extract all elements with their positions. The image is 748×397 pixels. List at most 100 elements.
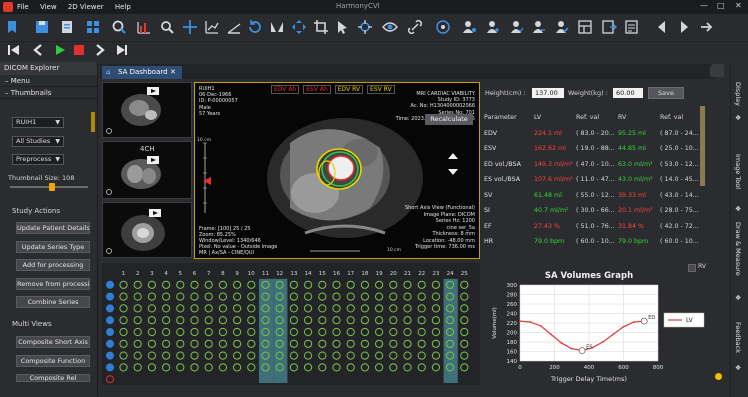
- slice-phase-cell[interactable]: [233, 351, 242, 360]
- slice-phase-cell[interactable]: [176, 351, 185, 360]
- slice-phase-cell[interactable]: [218, 292, 228, 301]
- rv-checkbox[interactable]: [688, 264, 696, 272]
- slice-phase-cell[interactable]: [304, 304, 313, 313]
- previous-arrow-icon[interactable]: [653, 18, 671, 36]
- clipboard-icon[interactable]: [58, 18, 76, 36]
- forward-icon[interactable]: [697, 18, 715, 36]
- slice-phase-cell[interactable]: [233, 363, 242, 372]
- user-edit-icon[interactable]: [553, 18, 571, 36]
- phase-column-header[interactable]: 8: [221, 271, 225, 277]
- slice-phase-cell[interactable]: [162, 292, 171, 301]
- slice-phase-cell[interactable]: [119, 280, 128, 289]
- phase-column-header[interactable]: 23: [432, 271, 439, 277]
- menu-file[interactable]: File: [17, 3, 29, 11]
- grid-view-icon[interactable]: [84, 18, 102, 36]
- phase-column-header[interactable]: 4: [164, 271, 168, 277]
- target-icon[interactable]: [434, 18, 452, 36]
- slice-phase-cell[interactable]: [417, 363, 426, 372]
- slice-phase-cell[interactable]: [360, 327, 369, 337]
- slice-phase-cell[interactable]: [147, 351, 157, 360]
- recalculate-button[interactable]: Recalculate: [425, 114, 473, 125]
- slice-row-selector[interactable]: [106, 363, 114, 372]
- crosshair-icon[interactable]: [356, 18, 374, 36]
- slice-row-selector[interactable]: [106, 375, 114, 384]
- slice-phase-cell[interactable]: [247, 351, 256, 360]
- phase-column-header[interactable]: 16: [333, 271, 340, 277]
- phase-column-header[interactable]: 2: [136, 271, 140, 277]
- slice-phase-cell[interactable]: [318, 363, 327, 372]
- slice-phase-cell[interactable]: [346, 351, 355, 360]
- slice-phase-cell[interactable]: [460, 280, 469, 289]
- slice-phase-cell[interactable]: [304, 292, 313, 301]
- update-series-type-button[interactable]: Update Series Type: [16, 241, 90, 253]
- slice-phase-cell[interactable]: [346, 327, 355, 337]
- slice-phase-cell[interactable]: [176, 316, 185, 325]
- save-button[interactable]: Save: [648, 87, 684, 99]
- previous-frame-icon[interactable]: [33, 44, 42, 56]
- slice-phase-cell[interactable]: [332, 363, 341, 372]
- slice-phase-cell[interactable]: [332, 304, 341, 313]
- slice-phase-cell[interactable]: [147, 280, 157, 289]
- slice-phase-cell[interactable]: [119, 363, 128, 372]
- slice-phase-cell[interactable]: [304, 363, 313, 372]
- combine-series-button[interactable]: Combine Series: [16, 296, 90, 308]
- slice-phase-cell[interactable]: [318, 327, 327, 337]
- slice-phase-cell[interactable]: [176, 339, 185, 348]
- slice-phase-cell[interactable]: [233, 327, 242, 337]
- slice-phase-cell[interactable]: [147, 327, 157, 337]
- slice-phase-cell[interactable]: [119, 316, 128, 325]
- slice-phase-cell[interactable]: [119, 339, 128, 348]
- slice-phase-cell[interactable]: [162, 280, 171, 289]
- phase-column-header[interactable]: 1: [122, 271, 126, 277]
- slice-phase-cell[interactable]: [332, 339, 341, 348]
- slice-phase-cell[interactable]: [133, 292, 142, 301]
- slice-phase-cell[interactable]: [360, 280, 369, 289]
- first-frame-icon[interactable]: [8, 45, 19, 55]
- rotate-icon[interactable]: [246, 18, 264, 36]
- menu-section[interactable]: – Menu: [0, 75, 97, 87]
- composite-function-button[interactable]: Composite Function: [16, 355, 90, 367]
- slice-row-selector[interactable]: [106, 280, 114, 289]
- angle-icon[interactable]: [225, 18, 243, 36]
- menu-help[interactable]: Help: [115, 3, 131, 11]
- slice-phase-cell[interactable]: [346, 280, 355, 289]
- slice-phase-cell[interactable]: [233, 292, 242, 301]
- slice-phase-cell[interactable]: [304, 351, 313, 360]
- user-remove-icon[interactable]: [530, 18, 548, 36]
- slice-phase-cell[interactable]: [133, 304, 142, 313]
- slice-phase-cell[interactable]: [289, 280, 298, 289]
- export-icon[interactable]: [600, 18, 618, 36]
- legend-esv-lv[interactable]: ESV Ah: [303, 85, 331, 94]
- slice-phase-cell[interactable]: [375, 280, 384, 289]
- slice-phase-cell[interactable]: [389, 327, 398, 337]
- composite-short-axis-button[interactable]: Composite Short Axis: [16, 336, 90, 348]
- series-thumbnail[interactable]: [102, 82, 192, 138]
- slice-phase-cell[interactable]: [389, 292, 398, 301]
- phase-column-header[interactable]: 14: [305, 271, 312, 277]
- phase-column-header[interactable]: 21: [404, 271, 411, 277]
- slice-phase-cell[interactable]: [332, 351, 341, 360]
- slice-phase-cell[interactable]: [233, 316, 242, 325]
- next-frame-icon[interactable]: [96, 44, 105, 56]
- slice-phase-cell[interactable]: [403, 316, 412, 325]
- play-icon[interactable]: [56, 45, 65, 55]
- link-icon[interactable]: [406, 18, 424, 36]
- slice-phase-cell[interactable]: [460, 316, 469, 325]
- slice-phase-cell[interactable]: [147, 292, 157, 301]
- slice-row-selector[interactable]: [106, 328, 114, 336]
- slice-phase-cell[interactable]: [289, 339, 298, 348]
- slice-phase-cell[interactable]: [389, 339, 398, 348]
- slice-phase-cell[interactable]: [460, 351, 469, 360]
- slice-phase-cell[interactable]: [133, 327, 142, 337]
- next-arrow-icon[interactable]: [675, 18, 693, 36]
- slice-phase-cell[interactable]: [190, 316, 199, 325]
- phase-column-header[interactable]: 19: [376, 271, 383, 277]
- slice-phase-cell[interactable]: [360, 292, 369, 301]
- slice-phase-cell[interactable]: [460, 292, 469, 301]
- slice-phase-cell[interactable]: [133, 316, 142, 325]
- phase-column-header[interactable]: 15: [319, 271, 326, 277]
- slice-phase-cell[interactable]: [119, 304, 128, 313]
- slice-row-selector[interactable]: [106, 339, 114, 348]
- slice-phase-cell[interactable]: [460, 304, 469, 313]
- slice-phase-cell[interactable]: [318, 304, 327, 313]
